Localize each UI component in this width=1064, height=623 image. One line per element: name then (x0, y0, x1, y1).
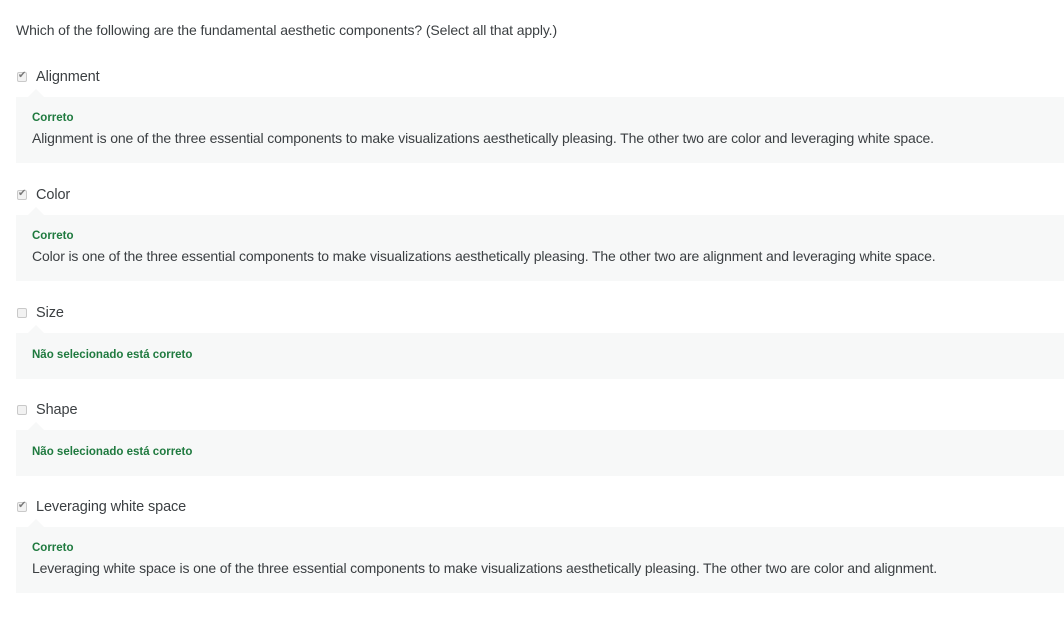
feedback-status: Correto (32, 542, 74, 554)
option-leveraging-white-space: ✔ Leveraging white space Correto Leverag… (16, 495, 1064, 593)
checkbox-checked-icon[interactable]: ✔ (17, 500, 27, 512)
checkbox-unchecked-icon[interactable] (17, 405, 27, 415)
checkbox-unchecked-icon[interactable] (17, 308, 27, 318)
feedback-status: Correto (32, 112, 74, 124)
feedback-status: Não selecionado está correto (32, 446, 193, 458)
checkbox-checked-icon[interactable]: ✔ (17, 70, 27, 82)
option-row[interactable]: ✔ Alignment (16, 65, 1064, 89)
option-row[interactable]: ✔ Leveraging white space (16, 495, 1064, 519)
option-row[interactable]: Size (16, 301, 1064, 325)
option-row[interactable]: Shape (16, 398, 1064, 422)
option-label: Shape (36, 402, 78, 418)
option-alignment: ✔ Alignment Correto Alignment is one of … (16, 65, 1064, 163)
feedback-panel: Correto Color is one of the three essent… (16, 207, 1064, 281)
feedback-text: Leveraging white space is one of the thr… (32, 560, 938, 576)
option-label: Size (36, 305, 64, 321)
feedback-panel: Correto Alignment is one of the three es… (16, 89, 1064, 163)
feedback-panel: Não selecionado está correto (16, 422, 1064, 476)
option-shape: Shape Não selecionado está correto (16, 398, 1064, 476)
feedback-panel: Não selecionado está correto (16, 325, 1064, 379)
feedback-status: Correto (32, 230, 74, 242)
feedback-panel: Correto Leveraging white space is one of… (16, 519, 1064, 593)
feedback-status: Não selecionado está correto (32, 349, 193, 361)
option-row[interactable]: ✔ Color (16, 183, 1064, 207)
question-text: Which of the following are the fundament… (16, 22, 558, 38)
feedback-text: Color is one of the three essential comp… (32, 248, 936, 264)
option-color: ✔ Color Correto Color is one of the thre… (16, 183, 1064, 281)
option-label: Leveraging white space (36, 499, 187, 515)
option-label: Color (36, 187, 71, 203)
checkbox-checked-icon[interactable]: ✔ (17, 188, 27, 200)
option-size: Size Não selecionado está correto (16, 301, 1064, 379)
feedback-text: Alignment is one of the three essential … (32, 130, 934, 146)
option-label: Alignment (36, 69, 100, 85)
